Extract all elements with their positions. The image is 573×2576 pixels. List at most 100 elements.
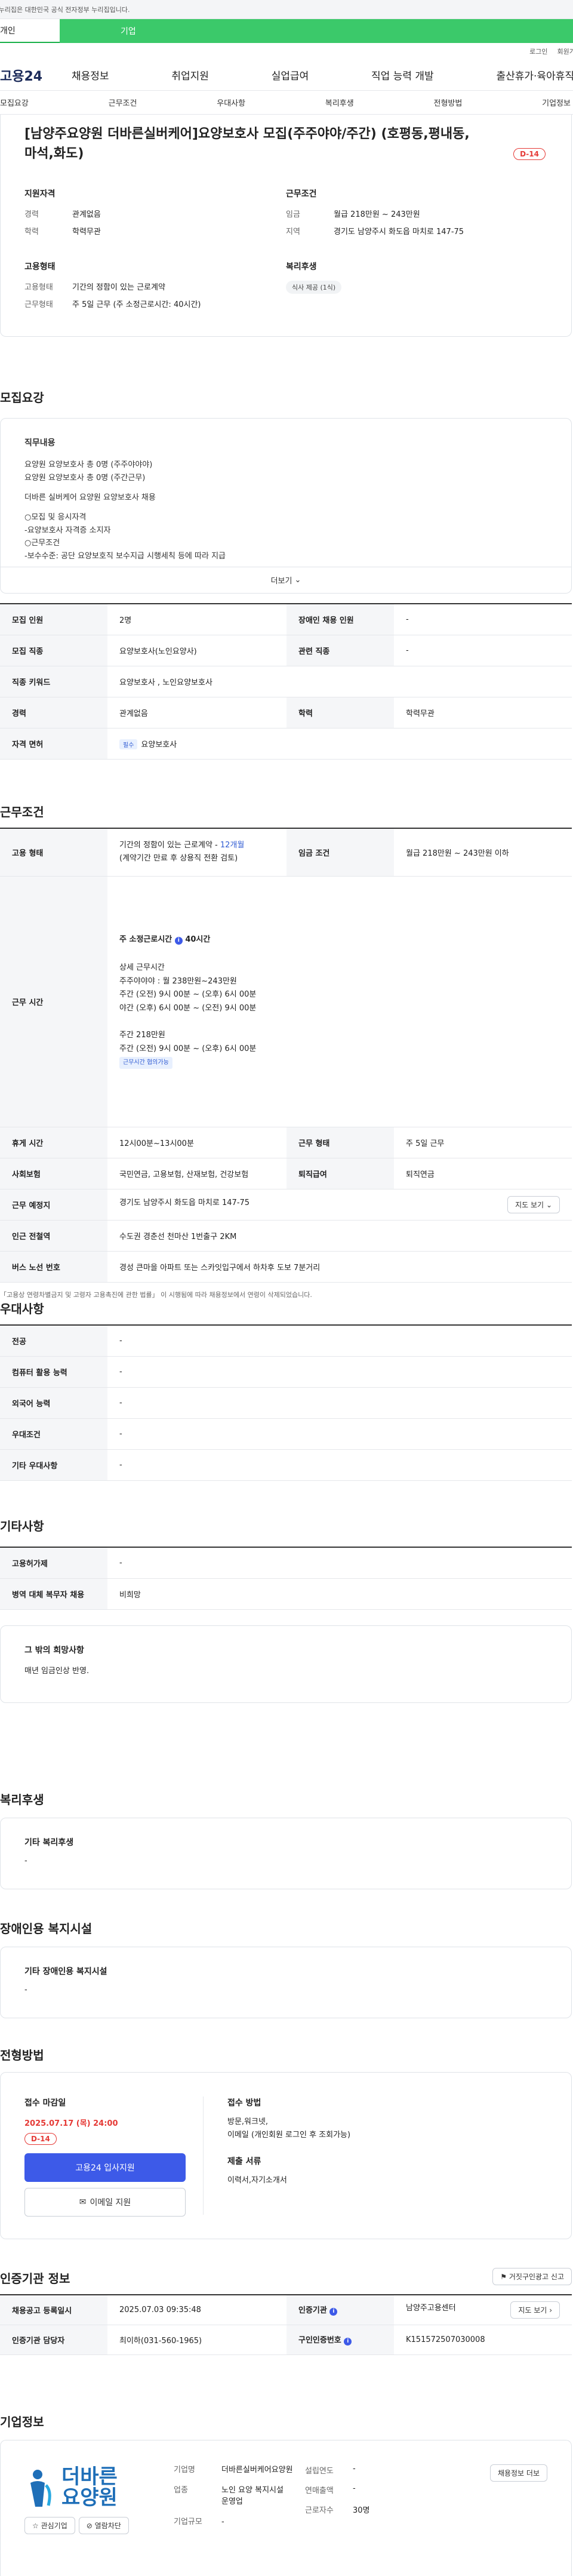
anchor-company[interactable]: 기업정보 — [542, 97, 571, 108]
welfare-pill: 식사 제공 (1식) — [286, 281, 342, 294]
summary-top: 지원자격 경력 관계없음 학력 학력무관 근무조건 임금 월급 218만원 ~ 243… — [24, 187, 547, 242]
table-row: 휴게 시간 12시00분~13시00분 근무 형태 주 5일 근무 — [0, 1127, 572, 1158]
table-row: 경력 관계없음 학력 학력무관 — [0, 697, 572, 728]
table-row: 근무 시간 주 소정근로시간 i 40시간 상세 근무시간 주주야야야 : 월 … — [0, 876, 572, 1127]
gnb-item-employment-support[interactable]: 취업지원 — [171, 67, 209, 82]
logo-figure-icon — [30, 2470, 51, 2507]
section-anchor-nav: 모집요강 근무조건 우대사항 복리후생 전형방법 기업정보 — [0, 91, 573, 115]
more-button[interactable]: 더보기 ⌄ — [0, 567, 572, 594]
signup-link[interactable]: 회원가입 — [557, 47, 573, 56]
summary-row: 고용형태 기간의 정함이 있는 근로계약 — [24, 283, 165, 292]
preference-table: 전공 - 컴퓨터 활용 능력 - 외국어 능력 - 우대조건 - 기타 우대사항 - — [0, 1324, 572, 1481]
company-fields-col2: 설립연도 - 연매출액 - 근로자수 30명 — [305, 2464, 370, 2515]
favorite-company-button[interactable]: ☆ 관심기업 — [24, 2517, 75, 2534]
method-col: 접수 방법 방문,워크넷, 이메일 (개인회원 로그인 후 조회가능) 제출 서… — [227, 2098, 351, 2185]
qualification-heading: 지원자격 — [24, 189, 56, 199]
apply-button[interactable]: 고용24 입사지원 — [24, 2153, 186, 2182]
table-row: 버스 노선 번호 경성 큰마을 아파트 또는 스카잇입구에서 하차후 도보 7분… — [0, 1251, 572, 1283]
table-row: 외국어 능력 - — [0, 1387, 572, 1419]
utility-links: 로그인 회원가입 — [0, 43, 573, 60]
anchor-conditions[interactable]: 근무조건 — [109, 97, 137, 108]
map-button[interactable]: 지도 보기 ⌄ — [507, 1195, 560, 1213]
etc-table: 고용허가제 - 병역 대체 복무자 채용 비희망 — [0, 1547, 572, 1610]
tab-company-label: 기업 — [121, 27, 136, 36]
cert-map-button[interactable]: 지도 보기 › — [510, 2301, 560, 2319]
summary-row: 경력 관계없음 — [24, 210, 101, 219]
process-box: 접수 마감일 2025.07.17 (목) 24:00 D-14 고용24 입사… — [0, 2072, 572, 2239]
desc-line: ○모집 및 응시자격 — [24, 513, 87, 522]
cert-table-wrap: 채용공고 등록일시 2025.07.03 09:35:48 인증기관 i 남양주… — [0, 2294, 572, 2355]
summary-row: 학력 학력무관 — [24, 228, 101, 236]
employment-type-block: 고용형태 고용형태 기간의 정함이 있는 근로계약 근무형태 주 5일 근무 (주 … — [24, 260, 286, 315]
gnb-menu: 채용정보 취업지원 실업급여 직업 능력 개발 출산휴가·육아휴직 — [72, 67, 573, 82]
table-row: 자격 면허 필수 요양보호사 — [0, 728, 572, 760]
company-box: 더바른 요양원 ☆ 관심기업 ⊘ 열람차단 기업명 더바른실버케어요양원 업종 노인… — [0, 2440, 572, 2576]
table-row: 근무 예정지 경기도 남양주시 화도읍 마치로 147-75 지도 보기 ⌄ — [0, 1189, 572, 1221]
company-jobs-button[interactable]: 채용정보 더보 — [489, 2464, 547, 2482]
recruit-table: 모집 인원 2명 장애인 채용 인원 - 모집 직종 요양보호사(노인요양사) … — [0, 603, 572, 760]
etc-heading: 기타사항 — [0, 1519, 44, 1533]
info-icon[interactable]: i — [174, 937, 183, 945]
conditions-table: 고용 형태 기간의 정함이 있는 근로계약 - 12개월 (계약기간 만료 후 상… — [0, 828, 572, 1283]
mail-icon: ✉ — [79, 2197, 87, 2207]
negotiable-tag: 근무시간 협의가능 — [119, 1057, 172, 1069]
table-row: 모집 직종 요양보호사(노인요양사) 관련 직종 - — [0, 635, 572, 666]
gnb-item-leave[interactable]: 출산휴가·육아휴직 — [496, 67, 573, 82]
welfare-summary-heading: 복리후생 — [286, 262, 317, 272]
anchor-process[interactable]: 전형방법 — [434, 97, 463, 108]
conditions-table-wrap: 고용 형태 기간의 정함이 있는 근로계약 - 12개월 (계약기간 만료 후 상… — [0, 828, 572, 1299]
cert-heading: 인증기관 정보 — [0, 2271, 70, 2286]
site-logo[interactable]: 고용24 — [0, 66, 72, 85]
table-row: 기타 우대사항 - — [0, 1449, 572, 1481]
chevron-down-icon: ⌄ — [294, 576, 301, 585]
table-row: 인근 전철역 수도권 경춘선 천마산 1번출구 2KM — [0, 1220, 572, 1252]
report-icon: ⚑ — [500, 2273, 507, 2281]
summary-row: 근무형태 주 5일 근무 (주 소정근로시간: 40시간) — [24, 300, 201, 309]
process-dday-badge: D-14 — [24, 2133, 57, 2145]
block-company-button[interactable]: ⊘ 열람차단 — [78, 2517, 129, 2534]
desc-line: -요양보호사 자격증 소지자 — [24, 525, 111, 535]
desc-line: -보수수준: 공단 요양보호직 보수지급 시행세칙 등에 따라 지급 — [24, 551, 226, 561]
welfare-box: 기타 복리후생 - — [0, 1818, 572, 1889]
login-link[interactable]: 로그인 — [529, 47, 547, 56]
tab-company[interactable]: 기업 — [60, 19, 573, 43]
work-condition-block: 근무조건 임금 월급 218만원 ~ 243만원 지역 경기도 남양주시 화도읍 마… — [286, 187, 547, 242]
desc-line: 요양원 요양보호사 총 0명 (주주야야야) — [24, 460, 153, 470]
tab-personal[interactable]: 개인 — [0, 19, 60, 43]
qualification-block: 지원자격 경력 관계없음 학력 학력무관 — [24, 187, 286, 242]
etc-table-wrap: 고용허가제 - 병역 대체 복무자 채용 비희망 그 밖의 희망사항 매년 임금인상… — [0, 1547, 572, 1703]
anchor-welfare[interactable]: 복리후생 — [325, 97, 354, 108]
anchor-recruit[interactable]: 모집요강 — [0, 97, 29, 108]
anchor-preference[interactable]: 우대사항 — [217, 97, 245, 108]
recruit-table-wrap: 모집 인원 2명 장애인 채용 인원 - 모집 직종 요양보호사(노인요양사) … — [0, 603, 572, 760]
job-description-heading: 직무내용 — [24, 438, 56, 448]
cert-table: 채용공고 등록일시 2025.07.03 09:35:48 인증기관 i 남양주… — [0, 2294, 572, 2355]
summary-row: 임금 월급 218만원 ~ 243만원 — [286, 210, 420, 219]
desc-line: 요양원 요양보호사 총 0명 (주간근무) — [24, 473, 146, 482]
job-title: [남양주요양원 더바른실버케어]요양보호사 모집(주주야야/주간) (호평동,평… — [24, 127, 470, 161]
work-condition-heading: 근무조건 — [286, 189, 317, 199]
block-icon: ⊘ — [86, 2522, 93, 2530]
gnb-item-unemployment[interactable]: 실업급여 — [272, 67, 309, 82]
table-row: 채용공고 등록일시 2025.07.03 09:35:48 인증기관 i 남양주… — [0, 2295, 572, 2325]
email-apply-button[interactable]: ✉ 이메일 지원 — [24, 2188, 186, 2217]
logo-sub: 요양원 — [61, 2486, 118, 2510]
gnb-item-training[interactable]: 직업 능력 개발 — [371, 67, 434, 82]
summary-bottom: 고용형태 고용형태 기간의 정함이 있는 근로계약 근무형태 주 5일 근무 (주 … — [24, 260, 547, 315]
star-icon: ☆ — [32, 2522, 39, 2530]
report-button[interactable]: ⚑ 거짓구인광고 신고 — [492, 2268, 572, 2285]
company-heading: 기업정보 — [0, 2415, 44, 2429]
job-summary-card: [남양주요양원 더바른실버케어]요양보호사 모집(주주야야/주간) (호평동,평… — [0, 115, 572, 337]
deadline-date: 2025.07.17 (목) 24:00 — [24, 2119, 118, 2128]
preference-heading: 우대사항 — [0, 1302, 44, 1316]
disabled-box: 기타 장애인용 복지시설 - — [0, 1947, 572, 2018]
other-wishes-box: 그 밖의 희망사항 매년 임금인상 반영. — [0, 1625, 572, 1703]
process-heading: 전형방법 — [0, 2048, 44, 2062]
gnb-item-jobs[interactable]: 채용정보 — [72, 67, 109, 82]
table-row: 인증기관 담당자 최이하(031-560-1965) 구인인증번호 i K151… — [0, 2325, 572, 2355]
employment-type-heading: 고용형태 — [24, 262, 56, 272]
user-type-tabs: 개인 기업 — [0, 19, 573, 43]
info-icon[interactable]: i — [329, 2308, 338, 2316]
table-row: 고용 형태 기간의 정함이 있는 근로계약 - 12개월 (계약기간 만료 후 상… — [0, 828, 572, 877]
info-icon[interactable]: i — [344, 2338, 352, 2346]
